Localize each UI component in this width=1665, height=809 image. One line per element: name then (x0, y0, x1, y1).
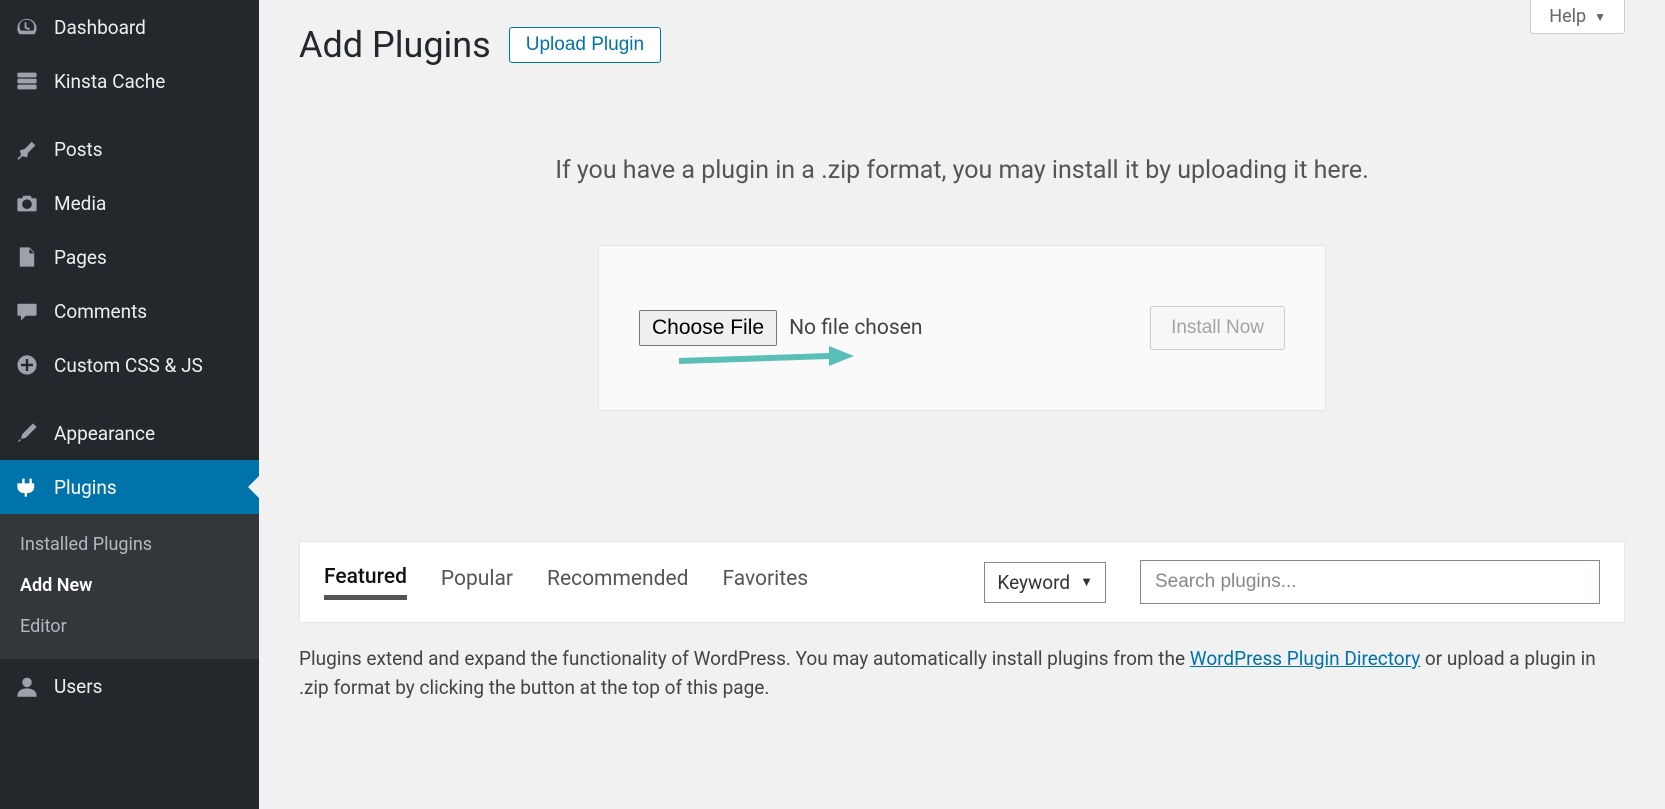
sidebar-item-users[interactable]: Users (0, 659, 259, 713)
help-tab[interactable]: Help ▼ (1530, 0, 1625, 34)
filter-tab-recommended[interactable]: Recommended (547, 567, 688, 597)
sidebar-label: Pages (54, 246, 107, 269)
brush-icon (14, 420, 40, 446)
camera-icon (14, 190, 40, 216)
sidebar-sub-editor[interactable]: Editor (0, 606, 259, 647)
filter-tab-favorites[interactable]: Favorites (722, 567, 808, 597)
dashboard-icon (14, 14, 40, 40)
sidebar-item-pages[interactable]: Pages (0, 230, 259, 284)
sidebar-item-comments[interactable]: Comments (0, 284, 259, 338)
sidebar-label: Media (54, 192, 106, 215)
sidebar-item-media[interactable]: Media (0, 176, 259, 230)
search-plugins-input[interactable] (1140, 560, 1600, 604)
sidebar-item-appearance[interactable]: Appearance (0, 406, 259, 460)
sidebar-label: Appearance (54, 422, 155, 445)
admin-sidebar: Dashboard Kinsta Cache Posts Media Pages… (0, 0, 259, 809)
page-icon (14, 244, 40, 270)
sidebar-sub-installed-plugins[interactable]: Installed Plugins (0, 524, 259, 565)
sidebar-label: Plugins (54, 476, 117, 499)
filter-tab-featured[interactable]: Featured (324, 565, 407, 600)
sidebar-label: Comments (54, 300, 147, 323)
plugins-description: Plugins extend and expand the functional… (299, 645, 1625, 702)
sidebar-label: Custom CSS & JS (54, 354, 203, 377)
upload-instruction: If you have a plugin in a .zip format, y… (299, 156, 1625, 185)
help-label: Help (1549, 6, 1586, 27)
search-type-select[interactable]: Keyword ▼ (984, 562, 1106, 603)
sidebar-label: Kinsta Cache (54, 70, 165, 93)
comment-icon (14, 298, 40, 324)
plugin-icon (14, 474, 40, 500)
upload-box: Choose File No file chosen Install Now (598, 245, 1326, 411)
user-icon (14, 673, 40, 699)
install-now-button[interactable]: Install Now (1150, 306, 1285, 350)
sidebar-label: Posts (54, 138, 103, 161)
chevron-down-icon: ▼ (1594, 10, 1606, 24)
choose-file-button[interactable]: Choose File (639, 310, 777, 346)
filter-bar: Featured Popular Recommended Favorites K… (299, 541, 1625, 623)
main-content: Help ▼ Add Plugins Upload Plugin If you … (259, 0, 1665, 809)
sidebar-sub-add-new[interactable]: Add New (0, 565, 259, 606)
upload-plugin-button[interactable]: Upload Plugin (509, 27, 661, 63)
upload-panel: If you have a plugin in a .zip format, y… (299, 156, 1625, 411)
plugins-submenu: Installed Plugins Add New Editor (0, 514, 259, 659)
sidebar-item-plugins[interactable]: Plugins (0, 460, 259, 514)
wp-plugin-directory-link[interactable]: WordPress Plugin Directory (1190, 647, 1420, 670)
sidebar-label: Dashboard (54, 16, 146, 39)
desc-text-1: Plugins extend and expand the functional… (299, 647, 1190, 670)
page-title: Add Plugins (299, 24, 491, 66)
chevron-down-icon: ▼ (1080, 574, 1093, 590)
filter-tab-popular[interactable]: Popular (441, 567, 513, 597)
plus-circle-icon (14, 352, 40, 378)
sidebar-item-posts[interactable]: Posts (0, 122, 259, 176)
sidebar-item-custom-css-js[interactable]: Custom CSS & JS (0, 338, 259, 392)
sidebar-label: Users (54, 675, 102, 698)
server-icon (14, 68, 40, 94)
keyword-label: Keyword (997, 571, 1070, 594)
pin-icon (14, 136, 40, 162)
sidebar-item-kinsta-cache[interactable]: Kinsta Cache (0, 54, 259, 108)
sidebar-item-dashboard[interactable]: Dashboard (0, 0, 259, 54)
file-status: No file chosen (789, 316, 922, 340)
